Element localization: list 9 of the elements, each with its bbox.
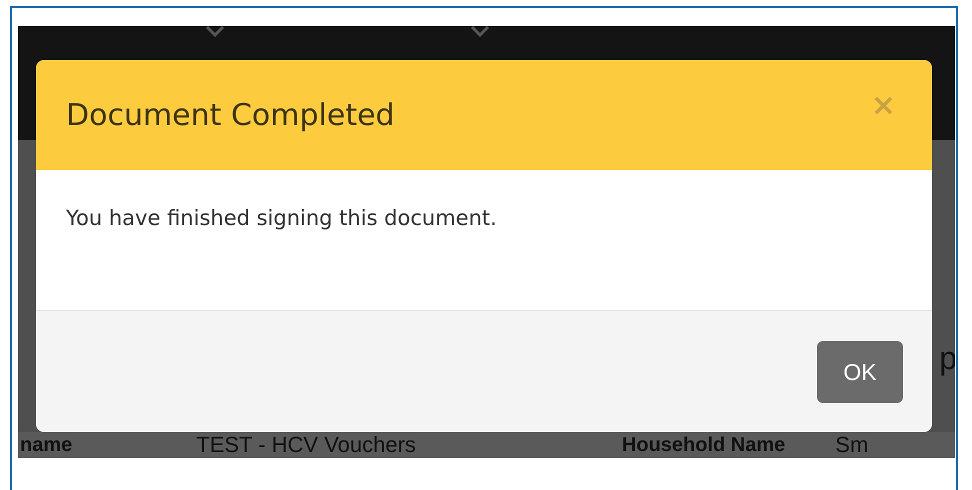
field-label: Household Name bbox=[622, 433, 786, 458]
field-label: name bbox=[20, 433, 72, 458]
field-value: TEST - HCV Vouchers bbox=[196, 432, 416, 458]
chevron-down-icon bbox=[469, 26, 491, 38]
field-value: Sm bbox=[835, 432, 868, 458]
dialog-title: Document Completed bbox=[66, 98, 395, 132]
chevron-down-icon bbox=[204, 26, 226, 38]
dialog-message: You have finished signing this document. bbox=[66, 206, 497, 230]
ok-button[interactable]: OK bbox=[817, 341, 903, 403]
